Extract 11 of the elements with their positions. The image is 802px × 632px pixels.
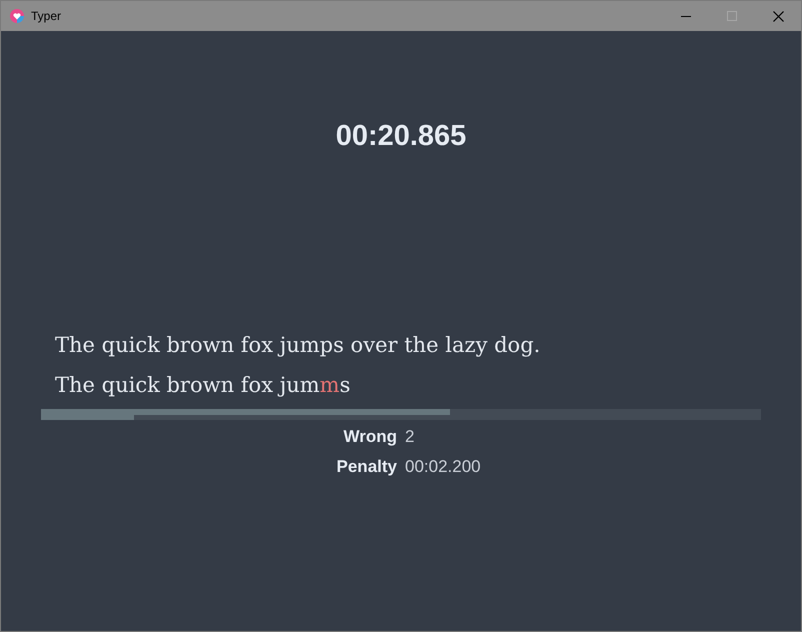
timer: 00:20.865 [336, 119, 466, 154]
stat-label: Wrong [343, 426, 397, 448]
stat-label: Penalty [336, 456, 397, 478]
target-text: The quick brown fox jumps over the lazy dog. [55, 332, 540, 359]
stat-value: 2 [405, 426, 414, 448]
maximize-icon [727, 11, 737, 21]
stat-value: 00:02.200 [405, 456, 481, 478]
close-icon [772, 10, 784, 22]
typed-text: The quick brown fox jumms [55, 372, 350, 399]
window-title: Typer [31, 8, 62, 25]
app-logo-icon [10, 9, 24, 23]
